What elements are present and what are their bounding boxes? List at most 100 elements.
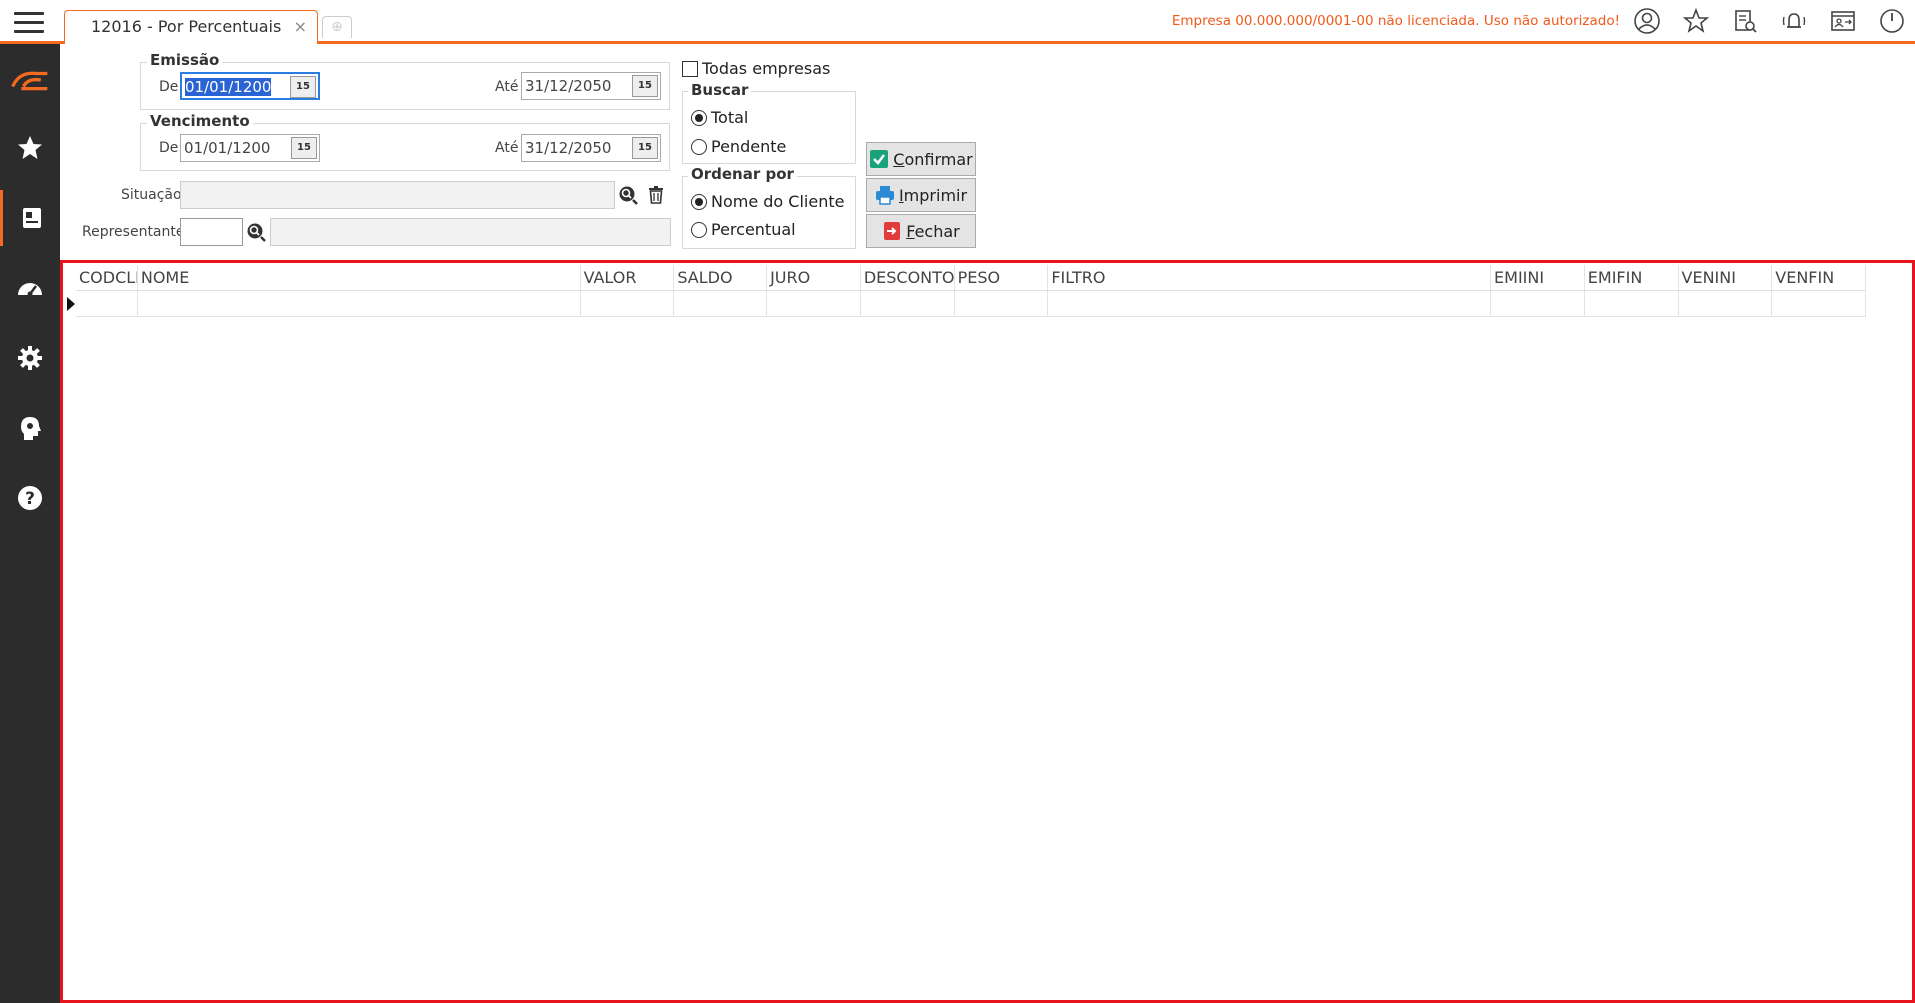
representante-name-input[interactable] <box>270 218 671 246</box>
table-cell[interactable] <box>138 291 581 316</box>
ordenar-percentual-label: Percentual <box>711 220 796 239</box>
emissao-de-value: 01/01/1200 <box>185 78 272 96</box>
table-cell[interactable] <box>1491 291 1585 316</box>
column-header-nome[interactable]: NOME <box>138 265 581 290</box>
table-row[interactable] <box>76 291 1867 317</box>
sidebar-settings-gear-icon[interactable] <box>0 330 60 386</box>
table-cell[interactable] <box>76 291 138 316</box>
calendar-icon[interactable]: 15 <box>291 137 317 159</box>
ordenar-percentual-radio[interactable] <box>691 222 707 238</box>
app-logo-icon[interactable] <box>0 52 60 108</box>
buscar-legend: Buscar <box>688 81 752 99</box>
tab-label: 12016 - Por Percentuais <box>91 17 282 36</box>
column-header-valor[interactable]: VALOR <box>581 265 675 290</box>
calendar-icon[interactable]: 15 <box>632 137 658 159</box>
table-cell[interactable] <box>955 291 1049 316</box>
representante-code-input[interactable] <box>180 218 243 246</box>
representante-label: Representante <box>82 224 185 240</box>
table-cell[interactable] <box>1679 291 1773 316</box>
emissao-de-label: De <box>159 79 179 95</box>
table-cell[interactable] <box>581 291 675 316</box>
license-notice: Empresa 00.000.000/0001-00 não licenciad… <box>1171 13 1620 29</box>
table-cell[interactable] <box>1048 291 1492 316</box>
star-icon[interactable] <box>1681 6 1711 36</box>
column-header-codcli[interactable]: CODCLI <box>76 265 138 290</box>
sidebar: ? <box>0 44 60 1003</box>
tab-por-percentuais[interactable]: 12016 - Por Percentuais × <box>64 10 318 44</box>
printer-icon <box>875 186 894 205</box>
vencimento-de-input[interactable]: 01/01/1200 15 <box>180 134 320 162</box>
table-cell[interactable] <box>674 291 768 316</box>
column-header-emiini[interactable]: EMIINI <box>1491 265 1585 290</box>
sidebar-dashboard-gauge-icon[interactable] <box>0 260 60 316</box>
confirmar-accel: C <box>893 149 905 169</box>
buscar-total-label: Total <box>711 108 749 127</box>
exit-icon <box>884 222 901 240</box>
vencimento-de-value: 01/01/1200 <box>184 139 271 157</box>
buscar-total-radio[interactable] <box>691 110 707 126</box>
svg-text:?: ? <box>25 489 35 509</box>
situacao-trash-icon[interactable] <box>645 184 667 206</box>
sidebar-help-icon[interactable]: ? <box>0 470 60 526</box>
emissao-ate-value: 31/12/2050 <box>525 77 612 95</box>
results-grid[interactable]: CODCLI NOME VALOR SALDO JURO DESCONTO PE… <box>60 260 1915 1003</box>
situacao-input[interactable] <box>180 181 615 209</box>
current-row-indicator-icon <box>67 297 75 311</box>
emissao-ate-label: Até <box>495 79 519 95</box>
vencimento-legend: Vencimento <box>147 112 253 130</box>
hamburger-menu-icon[interactable] <box>14 12 44 34</box>
ordenar-nome-radio[interactable] <box>691 194 707 210</box>
power-clock-icon[interactable] <box>1877 6 1907 36</box>
emissao-ate-input[interactable]: 31/12/2050 15 <box>521 72 661 100</box>
top-bar: 12016 - Por Percentuais × ⊕ Empresa 00.0… <box>0 0 1915 44</box>
report-search-icon[interactable] <box>1730 6 1760 36</box>
calendar-icon[interactable]: 15 <box>632 75 658 97</box>
sidebar-intelligence-head-icon[interactable] <box>0 400 60 456</box>
vencimento-de-label: De <box>159 140 179 156</box>
emissao-legend: Emissão <box>147 51 223 69</box>
buscar-pendente-label: Pendente <box>711 137 787 156</box>
imprimir-label: mprimir <box>903 185 968 205</box>
vencimento-ate-label: Até <box>495 140 519 156</box>
column-header-saldo[interactable]: SALDO <box>674 265 768 290</box>
representante-search-icon[interactable] <box>245 221 267 243</box>
check-icon <box>870 150 889 168</box>
todas-empresas-label: Todas empresas <box>702 59 831 78</box>
situacao-label: Situação <box>121 187 182 203</box>
new-tab-icon[interactable]: ⊕ <box>322 16 352 38</box>
emissao-de-input[interactable]: 01/01/1200 15 <box>180 72 320 100</box>
sidebar-reports-icon[interactable] <box>0 190 60 246</box>
notification-bell-icon[interactable] <box>1779 6 1809 36</box>
table-cell[interactable] <box>767 291 861 316</box>
fechar-button[interactable]: Fechar <box>866 214 976 248</box>
switch-user-icon[interactable] <box>1828 6 1858 36</box>
confirmar-label: onfirmar <box>904 149 973 169</box>
ordenar-legend: Ordenar por <box>688 165 797 183</box>
situacao-search-icon[interactable] <box>617 184 639 206</box>
column-header-filtro[interactable]: FILTRO <box>1048 265 1492 290</box>
sidebar-favorites-star-icon[interactable] <box>0 120 60 176</box>
grid-header: CODCLI NOME VALOR SALDO JURO DESCONTO PE… <box>76 265 1867 291</box>
tab-close-icon[interactable]: × <box>294 17 307 36</box>
ordenar-nome-label: Nome do Cliente <box>711 192 845 211</box>
imprimir-button[interactable]: Imprimir <box>866 178 976 212</box>
table-cell[interactable] <box>1772 291 1867 316</box>
vencimento-ate-value: 31/12/2050 <box>525 139 612 157</box>
calendar-icon[interactable]: 15 <box>290 76 316 98</box>
table-cell[interactable] <box>1585 291 1679 316</box>
confirmar-button[interactable]: Confirmar <box>866 142 976 176</box>
column-header-peso[interactable]: PESO <box>955 265 1049 290</box>
column-header-venfin[interactable]: VENFIN <box>1772 265 1867 290</box>
column-header-juro[interactable]: JURO <box>767 265 861 290</box>
grid-table: CODCLI NOME VALOR SALDO JURO DESCONTO PE… <box>76 265 1867 317</box>
fechar-label: echar <box>914 221 960 241</box>
todas-empresas-checkbox[interactable] <box>682 61 698 77</box>
fechar-accel: F <box>906 221 915 241</box>
vencimento-ate-input[interactable]: 31/12/2050 15 <box>521 134 661 162</box>
column-header-venini[interactable]: VENINI <box>1679 265 1773 290</box>
table-cell[interactable] <box>861 291 955 316</box>
column-header-emifin[interactable]: EMIFIN <box>1585 265 1679 290</box>
buscar-pendente-radio[interactable] <box>691 139 707 155</box>
user-icon[interactable] <box>1632 6 1662 36</box>
column-header-desconto[interactable]: DESCONTO <box>861 265 955 290</box>
